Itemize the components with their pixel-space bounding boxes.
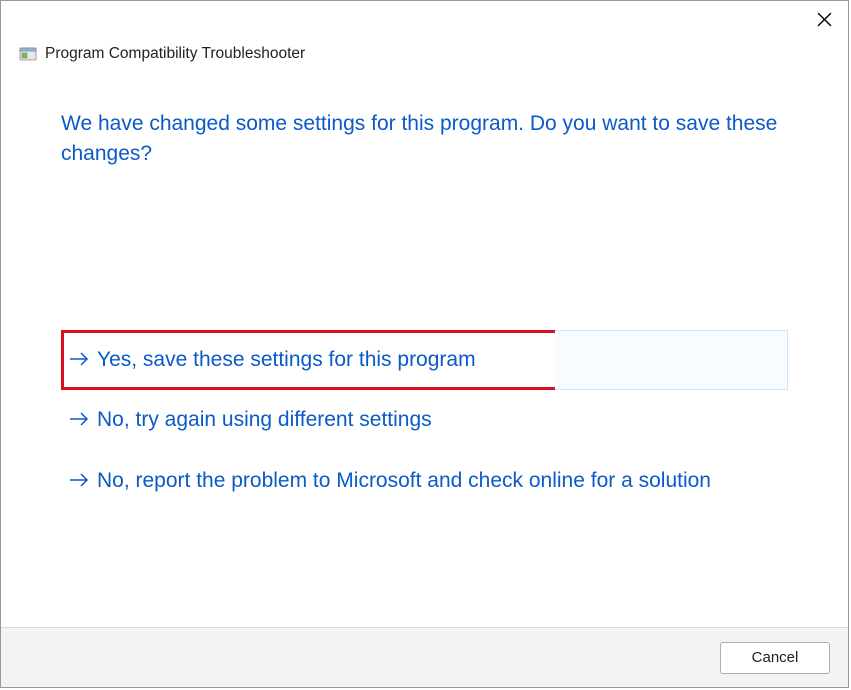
content-area: We have changed some settings for this p… bbox=[1, 69, 848, 627]
close-icon bbox=[817, 12, 832, 27]
options-list: Yes, save these settings for this progra… bbox=[61, 330, 788, 511]
option-try-again[interactable]: No, try again using different settings bbox=[61, 390, 788, 450]
header: Program Compatibility Troubleshooter bbox=[1, 39, 848, 69]
titlebar bbox=[1, 1, 848, 39]
close-button[interactable] bbox=[814, 9, 834, 29]
troubleshooter-icon bbox=[19, 46, 37, 62]
footer: Cancel bbox=[1, 627, 848, 687]
instruction-text: We have changed some settings for this p… bbox=[61, 109, 788, 170]
option-save-settings[interactable]: Yes, save these settings for this progra… bbox=[61, 330, 558, 390]
arrow-icon bbox=[69, 466, 89, 490]
option-label: No, report the problem to Microsoft and … bbox=[97, 466, 711, 496]
option-report-problem[interactable]: No, report the problem to Microsoft and … bbox=[61, 451, 788, 511]
cancel-button[interactable]: Cancel bbox=[720, 642, 830, 674]
option-label: No, try again using different settings bbox=[97, 405, 432, 435]
arrow-icon bbox=[69, 345, 89, 369]
option-label: Yes, save these settings for this progra… bbox=[97, 345, 476, 375]
arrow-icon bbox=[69, 405, 89, 429]
header-title: Program Compatibility Troubleshooter bbox=[45, 45, 305, 63]
troubleshooter-window: Program Compatibility Troubleshooter We … bbox=[0, 0, 849, 688]
